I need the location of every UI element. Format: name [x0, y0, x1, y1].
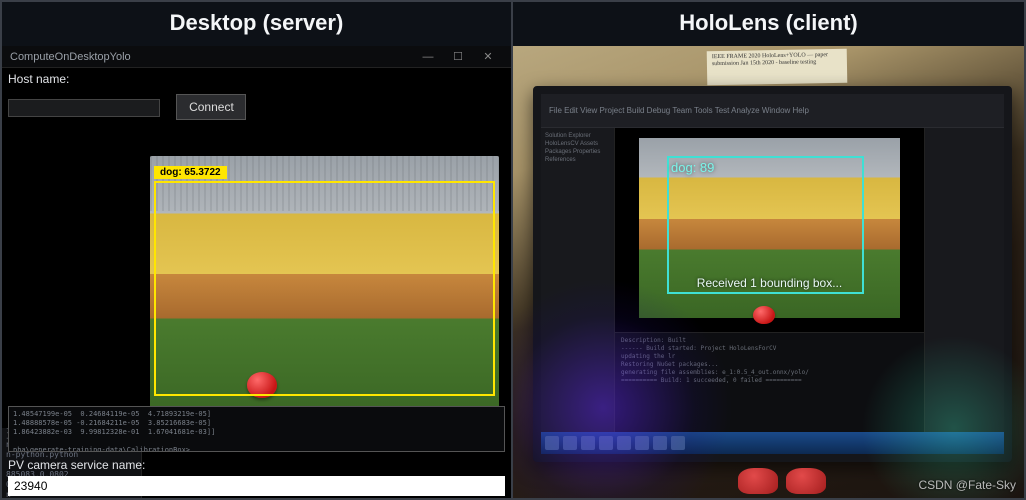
client-pane-title: HoloLens (client)	[513, 2, 1024, 46]
server-pane-title: Desktop (server)	[2, 2, 511, 46]
sticky-note: IEEE FRAME 2020 HoloLens+YOLO — paper su…	[707, 49, 848, 85]
windows-taskbar	[541, 432, 1004, 454]
shoe	[786, 468, 826, 494]
taskbar-icon[interactable]	[617, 436, 631, 450]
server-pane: Desktop (server) ComputeOnDesktopYolo — …	[2, 2, 513, 498]
taskbar-icon[interactable]	[563, 436, 577, 450]
desk-photo: IEEE FRAME 2020 HoloLens+YOLO — paper su…	[513, 46, 1024, 498]
start-icon[interactable]	[545, 436, 559, 450]
solution-explorer: Solution Explorer HoloLensCV Assets Pack…	[541, 128, 615, 432]
server-pane-body: ComputeOnDesktopYolo — ☐ ✕ Host name: Co…	[2, 46, 511, 498]
comparison-container: Desktop (server) ComputeOnDesktopYolo — …	[0, 0, 1026, 500]
status-text: Received 1 bounding box...	[615, 276, 924, 290]
red-ball-client	[753, 306, 775, 324]
monitor: File Edit View Project Build Debug Team …	[533, 86, 1012, 462]
taskbar-icon[interactable]	[581, 436, 595, 450]
window-title: ComputeOnDesktopYolo	[10, 51, 131, 63]
camera-viewer: dog: 65.3722	[2, 146, 511, 428]
taskbar-icon[interactable]	[671, 436, 685, 450]
watermark: CSDN @Fate-Sky	[918, 478, 1016, 492]
build-output: Description: Built ------ Build started:…	[615, 332, 924, 432]
app-window: ComputeOnDesktopYolo — ☐ ✕ Host name: Co…	[2, 46, 511, 498]
console-text: 1.48547199e-05 0.24684119e-05 4.71893219…	[13, 410, 500, 452]
close-icon[interactable]: ✕	[473, 50, 503, 63]
detection-label: dog: 65.3722	[154, 166, 227, 179]
pv-service-input[interactable]	[8, 476, 505, 496]
detection-bbox-client	[667, 156, 864, 294]
pv-service-label: PV camera service name:	[8, 458, 145, 472]
taskbar-icon[interactable]	[599, 436, 613, 450]
taskbar-icon[interactable]	[653, 436, 667, 450]
ide-menubar: File Edit View Project Build Debug Team …	[541, 94, 1004, 128]
detection-bbox	[154, 181, 495, 396]
detection-label-client: dog: 89	[671, 160, 714, 175]
client-pane: HoloLens (client) IEEE FRAME 2020 HoloLe…	[513, 2, 1024, 498]
host-input[interactable]	[8, 99, 160, 117]
client-pane-body: IEEE FRAME 2020 HoloLens+YOLO — paper su…	[513, 46, 1024, 498]
shoes	[738, 468, 826, 494]
connect-button[interactable]: Connect	[176, 94, 246, 120]
maximize-icon[interactable]: ☐	[443, 50, 473, 63]
host-label: Host name:	[2, 68, 511, 88]
ide-body: Solution Explorer HoloLensCV Assets Pack…	[541, 128, 1004, 432]
output-console: 1.48547199e-05 0.24684119e-05 4.71893219…	[8, 406, 505, 452]
ide-main: dog: 89 Received 1 bounding box... Descr…	[615, 128, 924, 432]
window-titlebar: ComputeOnDesktopYolo — ☐ ✕	[2, 46, 511, 68]
taskbar-icon[interactable]	[635, 436, 649, 450]
minimize-icon[interactable]: —	[413, 51, 443, 63]
shoe	[738, 468, 778, 494]
build-output-text: Description: Built ------ Build started:…	[621, 337, 918, 385]
properties-panel	[924, 128, 1004, 432]
